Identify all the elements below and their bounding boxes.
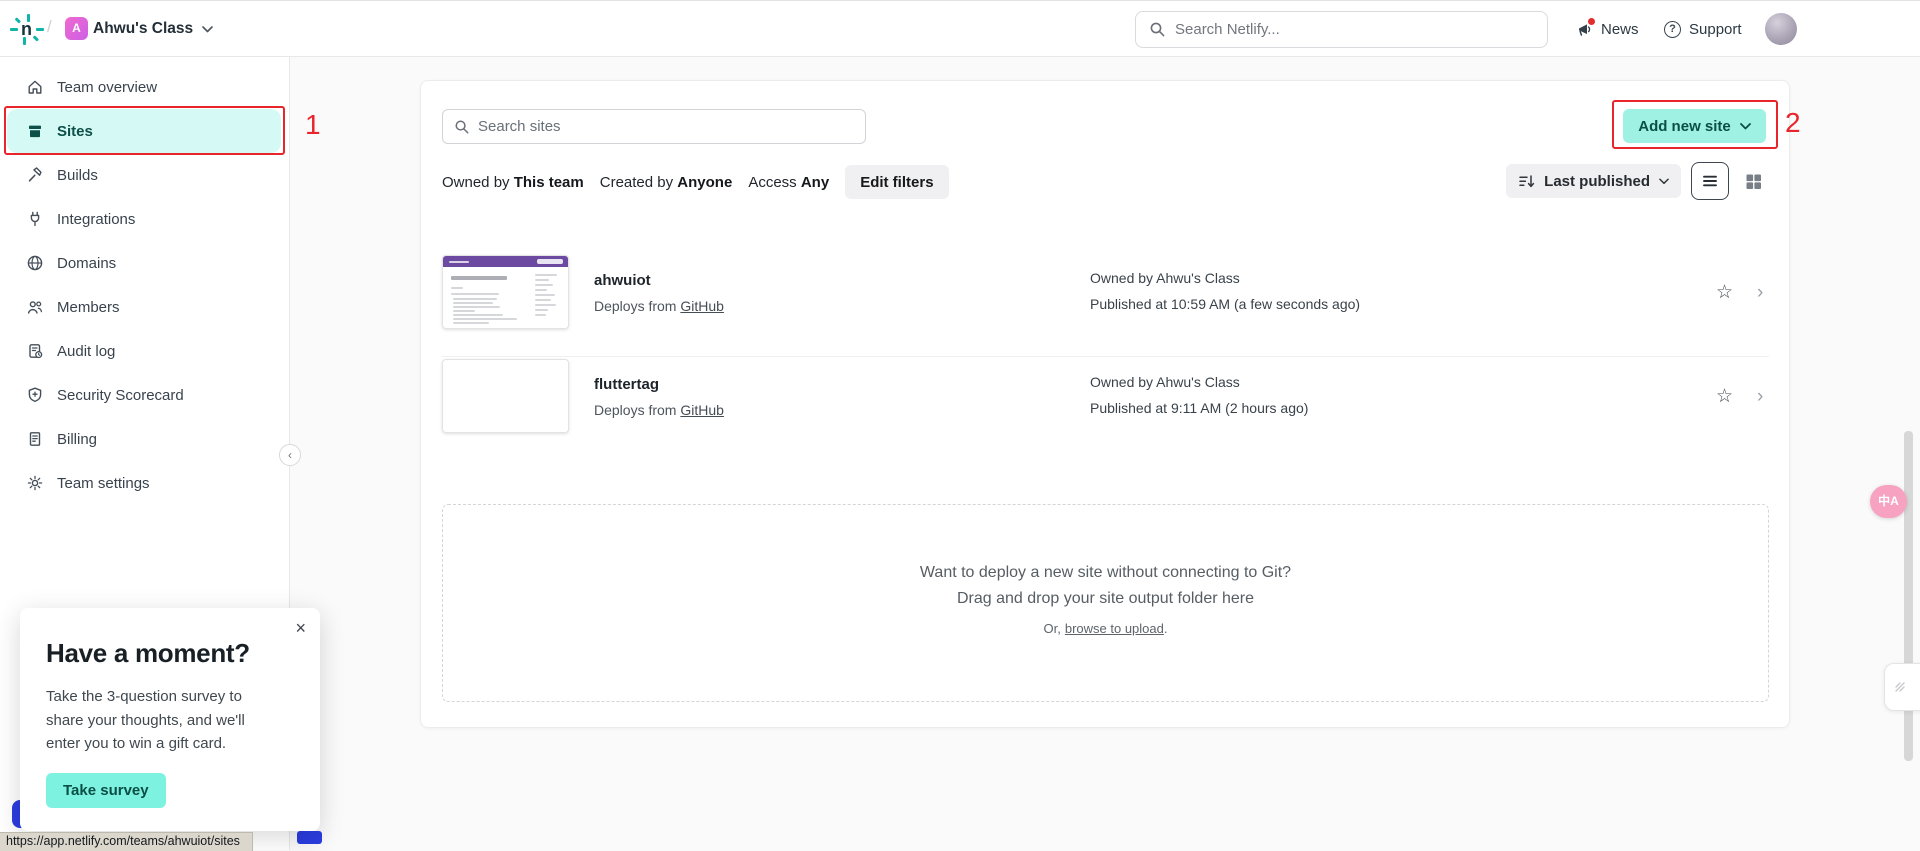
sidebar-item-domains[interactable]: Domains bbox=[0, 241, 289, 285]
chat-widget-fragment[interactable] bbox=[297, 831, 322, 844]
news-label: News bbox=[1601, 21, 1639, 38]
drag-drop-upload-zone[interactable]: Want to deploy a new site without connec… bbox=[442, 504, 1769, 702]
sidebar-item-integrations[interactable]: Integrations bbox=[0, 197, 289, 241]
link-preview-statusbar: https://app.netlify.com/teams/ahwuiot/si… bbox=[0, 832, 253, 851]
support-label: Support bbox=[1689, 21, 1742, 38]
news-button[interactable]: News bbox=[1576, 1, 1639, 57]
sidebar-item-audit-log[interactable]: Audit log bbox=[0, 329, 289, 373]
sidebar-item-team-settings[interactable]: Team settings bbox=[0, 461, 289, 505]
survey-popup: × Have a moment? Take the 3-question sur… bbox=[20, 608, 320, 831]
survey-title: Have a moment? bbox=[46, 638, 294, 669]
breadcrumb-slash: / bbox=[47, 17, 52, 37]
site-row-ahwuiot: ahwuiot Deploys from GitHub Owned by Ahw… bbox=[442, 255, 1769, 357]
add-new-site-button[interactable]: Add new site bbox=[1623, 109, 1766, 143]
search-icon bbox=[454, 119, 470, 135]
edit-filters-button[interactable]: Edit filters bbox=[845, 165, 948, 199]
favorite-star-icon[interactable]: ☆ bbox=[1716, 281, 1733, 303]
gear-icon bbox=[26, 474, 44, 492]
invoice-icon bbox=[26, 430, 44, 448]
dropzone-line3: Or,browse to upload. bbox=[443, 621, 1768, 636]
plug-icon bbox=[26, 210, 44, 228]
grid-view-toggle[interactable] bbox=[1739, 162, 1767, 200]
sidebar-item-members[interactable]: Members bbox=[0, 285, 289, 329]
sidebar-item-billing[interactable]: Billing bbox=[0, 417, 289, 461]
sites-panel: Add new site Owned by This team Created … bbox=[420, 80, 1790, 728]
sidebar-item-security-scorecard[interactable]: Security Scorecard bbox=[0, 373, 289, 417]
shield-plus-icon bbox=[26, 386, 44, 404]
sort-label: Last published bbox=[1544, 173, 1650, 190]
grid-icon bbox=[1744, 172, 1763, 191]
notification-dot bbox=[1588, 18, 1595, 25]
close-icon[interactable]: × bbox=[295, 618, 306, 639]
chevron-down-icon bbox=[202, 26, 213, 33]
sidebar-item-builds[interactable]: Builds bbox=[0, 153, 289, 197]
site-owner: Owned by Ahwu's Class bbox=[1090, 374, 1240, 390]
user-avatar[interactable] bbox=[1765, 13, 1797, 45]
annotation-label-2: 2 bbox=[1785, 107, 1801, 139]
archive-icon bbox=[26, 122, 44, 140]
members-icon bbox=[26, 298, 44, 316]
team-switcher[interactable]: Ahwu's Class bbox=[93, 14, 213, 44]
document-clock-icon bbox=[26, 342, 44, 360]
row-chevron-icon[interactable]: › bbox=[1757, 282, 1763, 304]
support-button[interactable]: ? Support bbox=[1664, 1, 1742, 57]
site-deploy-source: Deploys from GitHub bbox=[594, 402, 724, 418]
site-search-input[interactable] bbox=[478, 118, 854, 135]
browse-to-upload-link[interactable]: browse to upload bbox=[1065, 621, 1164, 636]
site-row-fluttertag: fluttertag Deploys from GitHub Owned by … bbox=[442, 359, 1769, 461]
top-navbar: n / A Ahwu's Class News ? Support bbox=[0, 1, 1920, 57]
sort-dropdown[interactable]: Last published bbox=[1506, 164, 1681, 198]
sort-and-view-controls: Last published bbox=[1506, 161, 1767, 201]
site-name-link[interactable]: fluttertag bbox=[594, 376, 659, 393]
chevron-down-icon bbox=[1740, 123, 1751, 130]
site-deploy-source: Deploys from GitHub bbox=[594, 298, 724, 314]
sidebar-item-sites[interactable]: Sites bbox=[7, 109, 281, 153]
team-avatar-badge[interactable]: A bbox=[65, 17, 88, 40]
github-link[interactable]: GitHub bbox=[680, 298, 724, 314]
global-search-input[interactable] bbox=[1175, 21, 1534, 38]
home-icon bbox=[26, 78, 44, 96]
site-search[interactable] bbox=[442, 109, 866, 144]
filter-access[interactable]: Access Any bbox=[748, 174, 829, 191]
filter-owned-by[interactable]: Owned by This team bbox=[442, 174, 584, 191]
help-icon: ? bbox=[1664, 21, 1681, 38]
site-published: Published at 9:11 AM (2 hours ago) bbox=[1090, 400, 1308, 416]
filters-bar: Owned by This team Created by Anyone Acc… bbox=[442, 165, 949, 199]
list-icon bbox=[1701, 172, 1719, 190]
dropzone-line2: Drag and drop your site output folder he… bbox=[443, 586, 1768, 612]
site-name-link[interactable]: ahwuiot bbox=[594, 272, 651, 289]
take-survey-button[interactable]: Take survey bbox=[46, 773, 166, 808]
netlify-logo[interactable]: n bbox=[10, 14, 44, 44]
search-icon bbox=[1149, 21, 1166, 38]
site-thumbnail[interactable] bbox=[442, 359, 569, 433]
annotation-label-1: 1 bbox=[305, 109, 321, 141]
list-view-toggle[interactable] bbox=[1691, 162, 1729, 200]
scrollbar[interactable] bbox=[1904, 431, 1913, 761]
site-owner: Owned by Ahwu's Class bbox=[1090, 270, 1240, 286]
sort-icon bbox=[1518, 173, 1535, 190]
favorite-star-icon[interactable]: ☆ bbox=[1716, 385, 1733, 407]
netlify-sites-page: { "nav": { "team_name": "Ahwu's Class", … bbox=[0, 0, 1920, 850]
site-thumbnail[interactable] bbox=[442, 255, 569, 329]
sidebar-item-team-overview[interactable]: Team overview bbox=[0, 65, 289, 109]
edge-panel-handle[interactable] bbox=[1884, 663, 1920, 711]
translate-icon[interactable]: 中A bbox=[1870, 485, 1907, 518]
team-name: Ahwu's Class bbox=[93, 20, 193, 38]
survey-body: Take the 3-question survey to share your… bbox=[46, 685, 278, 756]
site-published: Published at 10:59 AM (a few seconds ago… bbox=[1090, 296, 1360, 312]
row-chevron-icon[interactable]: › bbox=[1757, 386, 1763, 408]
globe-icon bbox=[26, 254, 44, 272]
chevron-down-icon bbox=[1659, 178, 1669, 185]
hammer-icon bbox=[26, 166, 44, 184]
github-link[interactable]: GitHub bbox=[680, 402, 724, 418]
sidebar-collapse-button[interactable]: ‹ bbox=[279, 444, 301, 466]
dropzone-line1: Want to deploy a new site without connec… bbox=[443, 560, 1768, 586]
global-search[interactable] bbox=[1135, 11, 1548, 48]
resize-handle-icon bbox=[1892, 679, 1908, 695]
filter-created-by[interactable]: Created by Anyone bbox=[600, 174, 733, 191]
